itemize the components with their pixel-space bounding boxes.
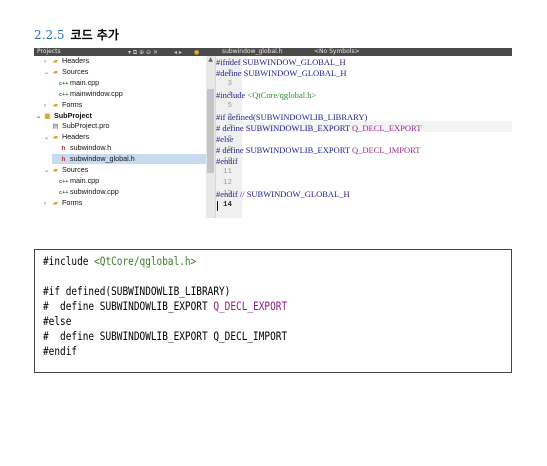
section-title: 코드 추가 (70, 28, 119, 42)
line-number: 1 (227, 58, 232, 66)
line-number: 11 (222, 168, 232, 176)
code-token: # define SUBWINDOWLIB_EXPORT (216, 123, 353, 133)
code-snippet-box: #include <QtCore/qglobal.h> #if defined(… (34, 249, 512, 373)
symbols-dropdown[interactable]: <No Symbols> (314, 48, 360, 56)
folder-icon: ▰ (53, 167, 58, 174)
code-line: #define SUBWINDOW_GLOBAL_H (216, 68, 347, 78)
include-path: <QtCore/qglobal.h> (247, 90, 317, 100)
open-file-dropdown[interactable]: subwindow_global.h (222, 48, 283, 56)
tree-item[interactable]: › ▰ Forms (44, 198, 82, 208)
snippet-macro: Q_DECL_EXPORT (213, 299, 288, 313)
header-file-icon: h (61, 145, 66, 153)
snippet-line: #else (43, 314, 72, 328)
expand-arrow-icon[interactable]: ⌄ (44, 68, 51, 78)
tree-item-label: SubProject (52, 110, 92, 120)
tree-item[interactable]: c++ subwindow.cpp (52, 187, 119, 197)
cpp-file-icon: c++ (59, 91, 69, 98)
cpp-file-icon: c++ (59, 80, 69, 87)
tree-item-label: main.cpp (68, 175, 100, 185)
code-line: #if defined(SUBWINDOWLIB_LIBRARY) (216, 112, 368, 122)
tree-item[interactable]: ▤ SubProject.pro (44, 121, 110, 131)
collapse-arrow-icon[interactable]: › (44, 199, 51, 209)
tree-item[interactable]: h subwindow.h (52, 143, 112, 153)
tree-item[interactable]: c++ main.cpp (52, 176, 99, 186)
snippet-line: # define SUBWINDOWLIB_EXPORT Q_DECL_EXPO… (43, 299, 287, 314)
code-line: # define SUBWINDOWLIB_EXPORT Q_DECL_EXPO… (216, 123, 421, 134)
line-number: 3 (227, 80, 232, 88)
section-number: 2.2.5 (34, 28, 65, 42)
project-icon: ▣ (44, 112, 51, 120)
macro-token: Q_DECL_EXPORT (352, 123, 422, 133)
snippet-line: #if defined(SUBWINDOWLIB_LIBRARY) (43, 284, 231, 298)
snippet-line: #endif (43, 344, 78, 358)
tree-item-label: Headers (60, 132, 90, 142)
tree-item-label: Sources (60, 165, 89, 174)
line-number: 12 (222, 179, 232, 187)
code-line: #endif // SUBWINDOW_GLOBAL_H (216, 189, 350, 199)
line-number: 10 (222, 157, 232, 165)
line-number: 9 (227, 146, 232, 154)
line-number: 8 (227, 135, 232, 143)
projects-dropdown[interactable]: Projects (37, 48, 61, 56)
line-number: 2 (227, 69, 232, 77)
tree-item[interactable]: ⌄ ▣ SubProject (36, 111, 92, 121)
tree-item[interactable]: c++ mainwindow.cpp (52, 89, 123, 99)
collapse-arrow-icon[interactable]: › (44, 101, 51, 111)
tree-item[interactable]: c++ main.cpp (52, 78, 99, 88)
folder-icon: ▰ (53, 199, 58, 207)
tree-item[interactable]: › ▰ Headers (44, 56, 89, 66)
code-line: #ifndef SUBWINDOW_GLOBAL_H (216, 57, 346, 67)
tree-item-label: Forms (60, 99, 83, 109)
expand-arrow-icon[interactable]: ⌄ (44, 166, 51, 176)
cpp-file-icon: c++ (59, 178, 69, 185)
expand-arrow-icon[interactable]: ⌄ (36, 112, 43, 122)
expand-arrow-icon[interactable]: ⌄ (44, 133, 51, 143)
snippet-line: # define SUBWINDOWLIB_EXPORT Q_DECL_IMPO… (43, 329, 288, 343)
snippet-token: # define SUBWINDOWLIB_EXPORT (43, 299, 214, 313)
folder-icon: ▰ (53, 134, 58, 142)
code-line: # define SUBWINDOWLIB_EXPORT Q_DECL_IMPO… (216, 145, 420, 156)
collapse-arrow-icon[interactable]: › (44, 57, 51, 67)
section-heading: 2.2.5 코드 추가 (34, 26, 119, 43)
line-number: 6 (227, 113, 232, 121)
line-number: 7 (227, 124, 232, 132)
tree-item[interactable]: h subwindow_global.h (52, 154, 206, 165)
line-number: 4 (227, 91, 232, 99)
tree-item-label: subwindow_global.h (68, 154, 135, 164)
tree-item-label: Sources (60, 66, 89, 76)
code-token: # define SUBWINDOWLIB_EXPORT (216, 145, 353, 155)
header-file-icon: h (61, 156, 66, 164)
tree-item[interactable]: ⌄ ▰ Sources (44, 67, 88, 77)
ide-toolbar: Projects ▾ ⧉ ⊕ ⊖ ✕ ◂ ▸ ● subwindow_globa… (34, 48, 512, 56)
tree-item[interactable]: › ▰ Forms (44, 100, 82, 110)
tree-item-label: main.cpp (68, 77, 100, 87)
snippet-include-path: <QtCore/qglobal.h> (94, 254, 197, 268)
tree-item-label: mainwindow.cpp (68, 88, 123, 98)
folder-icon: ▰ (53, 68, 58, 76)
snippet-token: #include (43, 254, 95, 268)
folder-icon: ▰ (53, 58, 58, 65)
cpp-file-icon: c++ (59, 189, 69, 196)
macro-token: Q_DECL_IMPORT (352, 145, 421, 155)
line-number: 5 (227, 102, 232, 110)
tree-item-label: subwindow.cpp (68, 186, 119, 196)
pro-file-icon: ▤ (52, 123, 59, 131)
tree-item[interactable]: ⌄ ▰ Sources (44, 165, 88, 175)
line-number: 14 (222, 201, 232, 209)
tree-item-label: SubProject.pro (60, 121, 110, 131)
snippet-line: #include <QtCore/qglobal.h> (43, 254, 196, 269)
line-number: 13 (222, 190, 232, 198)
tree-item[interactable]: ⌄ ▰ Headers (44, 132, 89, 142)
tree-item-label: Headers (60, 56, 90, 65)
tree-item-label: subwindow.h (68, 143, 112, 153)
tree-item-label: Forms (60, 197, 83, 207)
folder-icon: ▰ (53, 101, 58, 109)
